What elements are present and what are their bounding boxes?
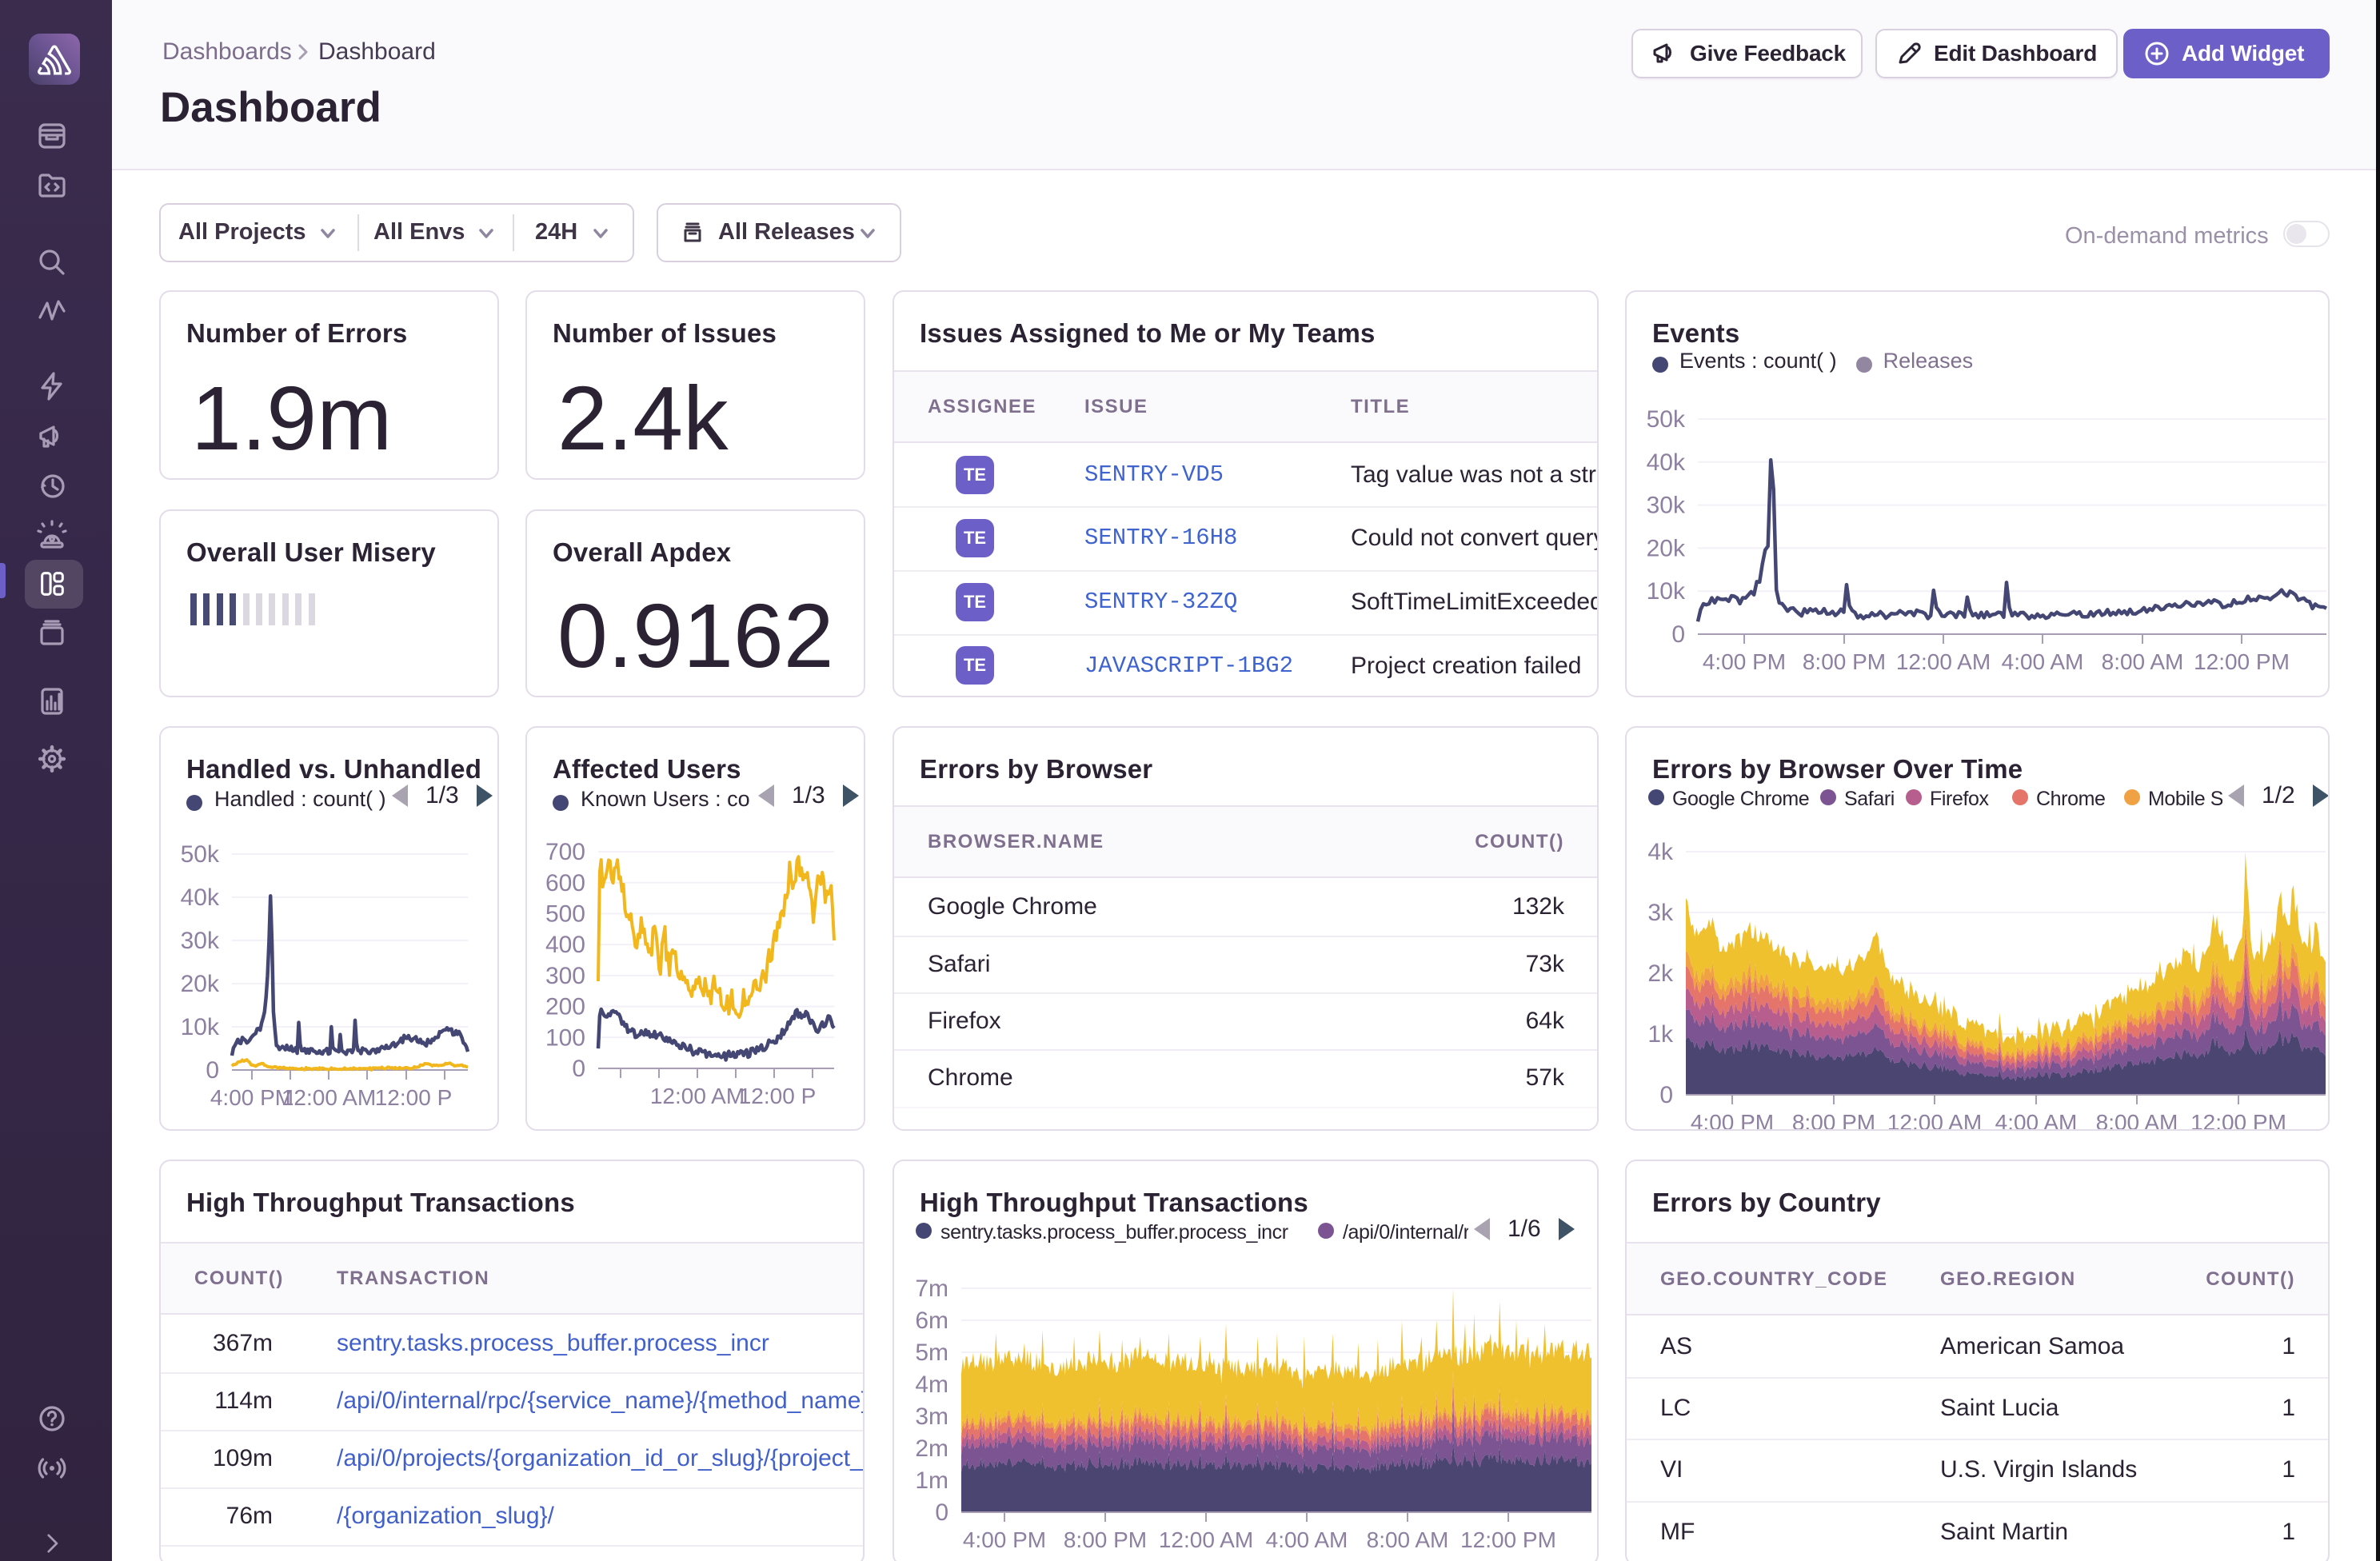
svg-text:4:00 PM: 4:00 PM bbox=[1703, 649, 1786, 674]
svg-text:12:00 AM: 12:00 AM bbox=[1159, 1527, 1253, 1552]
svg-text:1m: 1m bbox=[915, 1467, 948, 1494]
svg-text:5m: 5m bbox=[915, 1339, 948, 1366]
svg-text:4m: 4m bbox=[915, 1371, 948, 1398]
svg-text:12:00 P: 12:00 P bbox=[739, 1084, 817, 1108]
svg-text:50k: 50k bbox=[181, 841, 220, 868]
svg-text:0: 0 bbox=[572, 1056, 585, 1082]
svg-text:4k: 4k bbox=[1647, 839, 1674, 865]
svg-text:700: 700 bbox=[545, 839, 585, 865]
svg-text:12:00 PM: 12:00 PM bbox=[2194, 649, 2290, 674]
svg-text:0: 0 bbox=[1659, 1082, 1673, 1108]
svg-text:4:00 PM: 4:00 PM bbox=[1691, 1110, 1774, 1131]
svg-text:3m: 3m bbox=[915, 1403, 948, 1430]
svg-text:8:00 AM: 8:00 AM bbox=[1367, 1527, 1449, 1552]
svg-text:50k: 50k bbox=[1647, 406, 1686, 433]
svg-text:200: 200 bbox=[545, 994, 585, 1020]
svg-text:8:00 AM: 8:00 AM bbox=[2102, 649, 2184, 674]
svg-text:0: 0 bbox=[206, 1057, 219, 1084]
svg-text:6m: 6m bbox=[915, 1307, 948, 1334]
svg-text:7m: 7m bbox=[915, 1276, 948, 1302]
svg-text:12:00 AM: 12:00 AM bbox=[1896, 649, 1991, 674]
svg-text:0: 0 bbox=[1671, 621, 1685, 648]
svg-text:40k: 40k bbox=[1647, 449, 1686, 476]
svg-text:8:00 PM: 8:00 PM bbox=[1803, 649, 1886, 674]
svg-text:600: 600 bbox=[545, 870, 585, 896]
svg-text:500: 500 bbox=[545, 901, 585, 928]
svg-text:3k: 3k bbox=[1647, 900, 1674, 926]
svg-text:8:00 PM: 8:00 PM bbox=[1792, 1110, 1875, 1131]
svg-text:10k: 10k bbox=[1647, 578, 1686, 605]
svg-text:8:00 PM: 8:00 PM bbox=[1064, 1527, 1147, 1552]
svg-text:12:00 PM: 12:00 PM bbox=[1460, 1527, 1556, 1552]
svg-text:20k: 20k bbox=[181, 971, 220, 997]
svg-text:8:00 AM: 8:00 AM bbox=[2096, 1110, 2178, 1131]
svg-text:4:00 AM: 4:00 AM bbox=[1995, 1110, 2078, 1131]
svg-text:4:00 PM: 4:00 PM bbox=[963, 1527, 1046, 1552]
svg-text:100: 100 bbox=[545, 1024, 585, 1051]
svg-text:0: 0 bbox=[935, 1499, 948, 1526]
svg-text:400: 400 bbox=[545, 932, 585, 958]
svg-text:20k: 20k bbox=[1647, 535, 1686, 561]
svg-text:4:00 AM: 4:00 AM bbox=[2002, 649, 2084, 674]
svg-text:30k: 30k bbox=[181, 928, 220, 954]
svg-text:12:00 P: 12:00 P bbox=[375, 1085, 453, 1110]
svg-text:10k: 10k bbox=[181, 1014, 220, 1040]
svg-text:12:00 AM: 12:00 AM bbox=[650, 1084, 745, 1108]
svg-text:2k: 2k bbox=[1647, 960, 1674, 987]
svg-text:2m: 2m bbox=[915, 1435, 948, 1462]
svg-text:12:00 AM: 12:00 AM bbox=[282, 1085, 376, 1110]
svg-text:12:00 PM: 12:00 PM bbox=[2190, 1110, 2286, 1131]
svg-text:1k: 1k bbox=[1647, 1021, 1674, 1048]
svg-text:12:00 AM: 12:00 AM bbox=[1887, 1110, 1982, 1131]
svg-text:30k: 30k bbox=[1647, 493, 1686, 519]
svg-text:4:00 AM: 4:00 AM bbox=[1266, 1527, 1348, 1552]
svg-text:40k: 40k bbox=[181, 884, 220, 911]
svg-text:300: 300 bbox=[545, 963, 585, 989]
